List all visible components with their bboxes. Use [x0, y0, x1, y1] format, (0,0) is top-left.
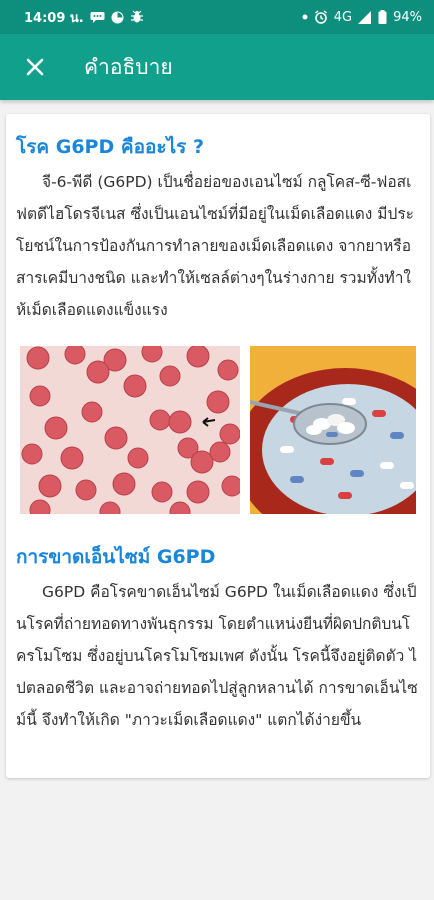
image-row: [20, 346, 420, 514]
section-paragraph-g6pd-deficiency: G6PD คือโรคขาดเอ็นไซม์ G6PD ในเม็ดเลือดแ…: [16, 583, 418, 729]
page-title: คำอธิบาย: [84, 54, 173, 79]
status-bar: 14:09 น. 4G 94%: [0, 0, 434, 34]
status-time: 14:09 น.: [24, 10, 84, 26]
network-label: 4G: [333, 9, 353, 25]
close-icon: [26, 58, 44, 76]
status-right: 4G 94%: [302, 10, 422, 25]
bug-icon: [130, 10, 144, 24]
section-paragraph-what-is-g6pd: จี-6-พีดี (G6PD) เป็นชื่อย่อของเอนไซม์ ก…: [16, 173, 414, 319]
section-heading-what-is-g6pd: โรค G6PD คืออะไร ?: [16, 136, 204, 158]
chat-bubble-icon: [90, 11, 105, 24]
status-left: 14:09 น.: [24, 7, 144, 28]
close-button[interactable]: [20, 52, 50, 82]
signal-icon: [358, 10, 372, 24]
red-blood-cells-image: [20, 346, 240, 514]
battery-percent: 94%: [393, 9, 422, 25]
clock-icon: [111, 11, 124, 24]
section-heading-g6pd-deficiency: การขาดเอ็นไซม์ G6PD: [16, 546, 216, 568]
content-card: โรค G6PD คืออะไร ? จี-6-พีดี (G6PD) เป็น…: [6, 114, 430, 778]
pills-bowl-image: [250, 346, 416, 514]
dot-icon: [302, 14, 308, 20]
battery-icon: [378, 10, 387, 24]
alarm-icon: [314, 10, 328, 24]
app-bar: คำอธิบาย: [0, 34, 434, 100]
